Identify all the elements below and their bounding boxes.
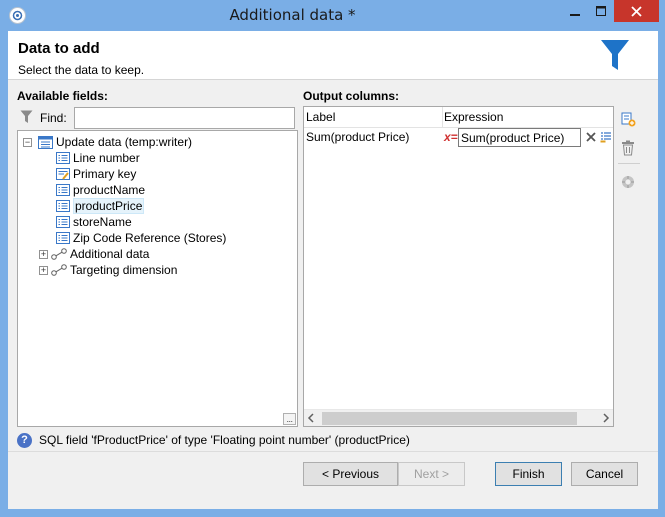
window-title: Additional data *: [229, 6, 356, 24]
field-description: SQL field 'fProductPrice' of type 'Float…: [39, 433, 410, 447]
toolbar-divider: [618, 163, 640, 164]
add-icon: [621, 112, 636, 127]
dialog-body: Data to add Select the data to keep. Ava…: [8, 31, 658, 509]
tree-node-field[interactable]: Zip Code Reference (Stores): [56, 230, 226, 246]
field-icon: [56, 200, 70, 212]
tree-node-field-selected[interactable]: productPrice: [56, 198, 145, 214]
field-icon: [56, 232, 70, 244]
column-header-expression[interactable]: Expression: [444, 110, 503, 124]
scroll-left-icon[interactable]: [306, 413, 316, 423]
add-column-button[interactable]: [619, 110, 637, 128]
button-bar: < Previous Next > Finish Cancel: [8, 451, 658, 509]
link-icon: [51, 248, 67, 260]
link-icon: [51, 264, 67, 276]
find-input[interactable]: [74, 107, 295, 129]
tree-node-label: productName: [73, 183, 146, 197]
filter-funnel-icon: [601, 40, 629, 70]
delete-column-button[interactable]: [619, 139, 637, 157]
tree-node-field[interactable]: productName: [56, 182, 145, 198]
find-label: Find:: [40, 111, 67, 125]
close-button[interactable]: [614, 0, 659, 22]
tree-node-label: Additional data: [70, 247, 150, 261]
minimize-button[interactable]: [561, 0, 588, 22]
edit-expression-icon[interactable]: [600, 131, 612, 143]
expression-input[interactable]: [458, 128, 581, 147]
expand-icon[interactable]: +: [39, 249, 48, 259]
tree-node-label: Primary key: [73, 167, 137, 181]
tree-node-label: Update data (temp:writer): [56, 135, 193, 149]
column-divider[interactable]: [442, 107, 443, 128]
detect-columns-button[interactable]: [619, 173, 637, 191]
more-options-button[interactable]: ...: [283, 413, 296, 425]
close-icon: [631, 5, 642, 17]
previous-button[interactable]: < Previous: [303, 462, 398, 486]
field-icon: [56, 216, 70, 228]
tree-node-label: productPrice: [73, 198, 145, 214]
trash-icon: [622, 140, 634, 156]
available-fields-heading: Available fields:: [17, 89, 108, 103]
column-header-label[interactable]: Label: [306, 110, 335, 124]
expression-marker-icon: x=: [444, 130, 458, 144]
horizontal-scrollbar[interactable]: [304, 409, 613, 426]
tree-node-field[interactable]: Primary key: [56, 166, 136, 182]
scroll-right-icon[interactable]: [601, 413, 611, 423]
title-bar[interactable]: Additional data *: [0, 0, 665, 31]
cancel-button[interactable]: Cancel: [571, 462, 638, 486]
key-field-icon: [56, 168, 70, 180]
filter-icon: [20, 110, 33, 123]
finish-button[interactable]: Finish: [495, 462, 562, 486]
page-title: Data to add: [18, 40, 100, 57]
tree-node-label: Line number: [73, 151, 140, 165]
output-columns-grid[interactable]: Label Expression Sum(product Price) x=: [303, 106, 614, 427]
wizard-header: Data to add Select the data to keep.: [8, 31, 658, 80]
output-columns-heading: Output columns:: [303, 89, 399, 103]
maximize-icon: [596, 6, 606, 16]
minimize-icon: [569, 14, 580, 16]
row-label-cell[interactable]: Sum(product Price): [306, 130, 440, 146]
field-info-bar: ? SQL field 'fProductPrice' of type 'Flo…: [17, 431, 410, 449]
refresh-icon: [622, 176, 634, 188]
scroll-thumb[interactable]: [322, 412, 577, 425]
help-icon: ?: [17, 432, 32, 448]
tree-node-label: Zip Code Reference (Stores): [73, 231, 227, 245]
maximize-button[interactable]: [588, 0, 614, 22]
clear-expression-icon[interactable]: [584, 130, 598, 144]
page-subtitle: Select the data to keep.: [18, 63, 145, 77]
table-icon: [38, 135, 53, 149]
collapse-icon[interactable]: −: [23, 137, 32, 147]
field-icon: [56, 152, 70, 164]
find-row: Find:: [18, 107, 296, 129]
tree-node-field[interactable]: storeName: [56, 214, 132, 230]
dialog-window: Additional data * Data to add Select the…: [0, 0, 665, 517]
tree-node-label: storeName: [73, 215, 132, 229]
grid-header: Label Expression: [304, 107, 613, 128]
tree-node-link[interactable]: + Targeting dimension: [39, 262, 177, 278]
tree-node-label: Targeting dimension: [70, 263, 178, 277]
field-icon: [56, 184, 70, 196]
expand-icon[interactable]: +: [39, 265, 48, 275]
table-row[interactable]: Sum(product Price) x=: [304, 128, 613, 147]
tree-node-link[interactable]: + Additional data: [39, 246, 149, 262]
fields-tree[interactable]: − Update data (temp:writer) Line number: [17, 130, 298, 427]
dots-icon: ...: [286, 414, 293, 424]
tree-node-root[interactable]: − Update data (temp:writer): [23, 134, 192, 150]
next-button[interactable]: Next >: [398, 462, 465, 486]
tree-node-field[interactable]: Line number: [56, 150, 140, 166]
